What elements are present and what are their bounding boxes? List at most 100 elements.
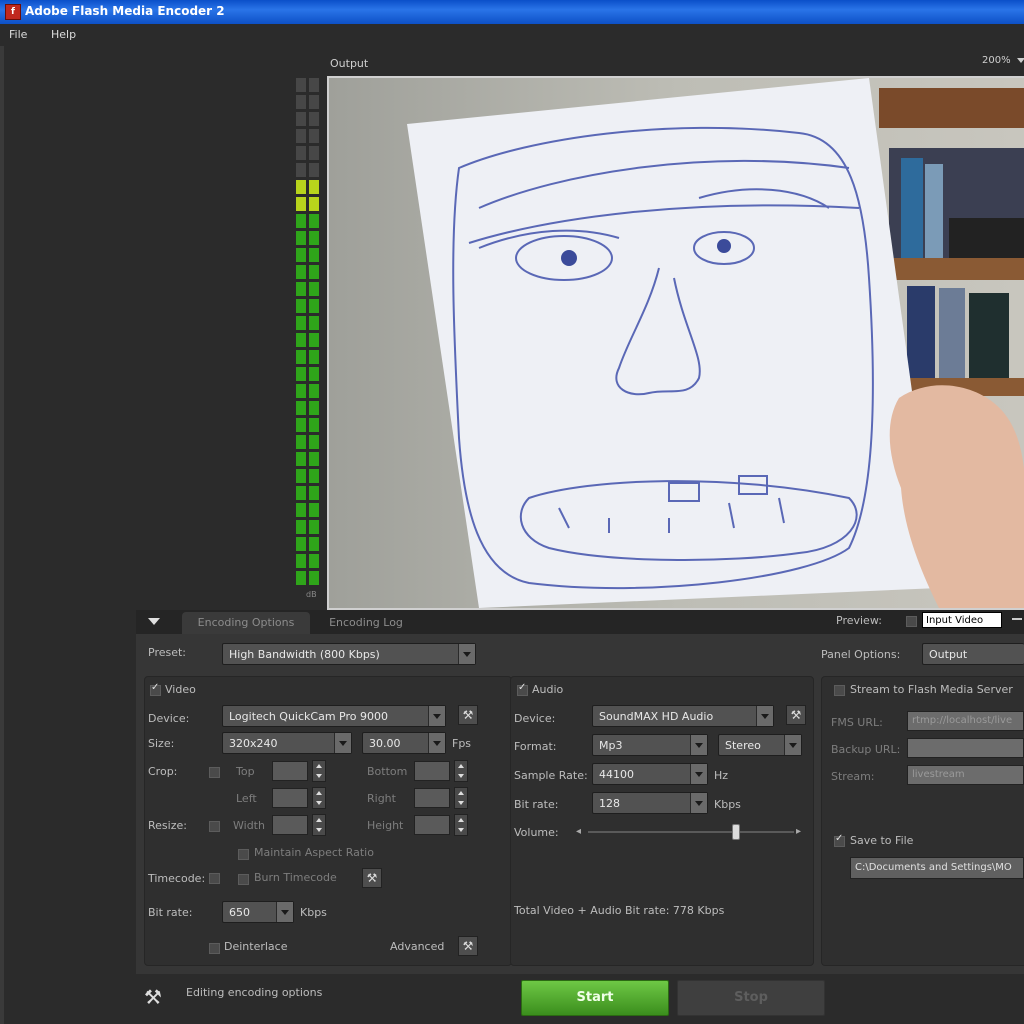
meter-segment: [309, 214, 319, 228]
resize-height-stepper[interactable]: [454, 814, 468, 836]
meter-segment: [296, 486, 306, 500]
video-size-dropdown[interactable]: 320x240: [222, 732, 352, 754]
video-bitrate-dropdown[interactable]: 650: [222, 901, 294, 923]
meter-segment: [309, 180, 319, 194]
video-device-dropdown[interactable]: Logitech QuickCam Pro 9000: [222, 705, 446, 727]
preview-menu-icon[interactable]: [1012, 618, 1022, 620]
meter-segment: [309, 299, 319, 313]
meter-segment: [309, 571, 319, 585]
preset-dropdown[interactable]: High Bandwidth (800 Kbps): [222, 643, 476, 665]
volume-slider-thumb[interactable]: [732, 824, 741, 840]
save-to-file-checkbox[interactable]: [834, 833, 845, 847]
meter-segment: [309, 452, 319, 466]
sample-rate-dropdown[interactable]: 44100: [592, 763, 708, 785]
audio-device-settings-icon[interactable]: ⚒: [786, 705, 806, 725]
hz-label: Hz: [714, 769, 729, 782]
preview-source-select[interactable]: Input Video: [922, 612, 1002, 628]
collapse-panel-icon[interactable]: [148, 618, 160, 625]
backup-url-input[interactable]: [907, 738, 1024, 758]
video-bitrate-value: 650: [229, 906, 250, 919]
meter-segment: [296, 299, 306, 313]
meter-segment: [309, 316, 319, 330]
meter-db-label: dB: [306, 590, 317, 599]
zoom-level[interactable]: 200%: [982, 55, 1011, 66]
save-to-file-label: Save to File: [850, 834, 914, 847]
tab-encoding-log[interactable]: Encoding Log: [318, 612, 414, 634]
advanced-settings-icon[interactable]: ⚒: [458, 936, 478, 956]
audio-bitrate-dropdown[interactable]: 128: [592, 792, 708, 814]
stop-button[interactable]: Stop: [677, 980, 825, 1016]
meter-segment: [296, 282, 306, 296]
fms-url-label: FMS URL:: [831, 716, 883, 729]
preview-label: Preview:: [836, 614, 882, 627]
stream-name-input[interactable]: livestream: [907, 765, 1024, 785]
chevron-down-icon: [690, 764, 707, 784]
audio-format-label: Format:: [514, 740, 557, 753]
meter-segment: [309, 469, 319, 483]
zoom-dropdown-icon[interactable]: [1017, 58, 1024, 63]
resize-height-input[interactable]: [414, 815, 450, 835]
audio-checkbox[interactable]: [517, 682, 528, 696]
crop-bottom-stepper[interactable]: [454, 760, 468, 782]
video-preview: [327, 76, 1024, 610]
burn-timecode-label: Burn Timecode: [254, 871, 337, 884]
resize-label: Resize:: [148, 819, 187, 832]
menu-file[interactable]: File: [9, 28, 27, 41]
meter-segment: [296, 265, 306, 279]
left-border: [0, 46, 4, 1024]
meter-segment: [296, 435, 306, 449]
crop-right-stepper[interactable]: [454, 787, 468, 809]
video-device-settings-icon[interactable]: ⚒: [458, 705, 478, 725]
crop-top-stepper[interactable]: [312, 760, 326, 782]
fms-url-input[interactable]: rtmp://localhost/live: [907, 711, 1024, 731]
audio-level-left: [296, 78, 306, 588]
meter-segment: [296, 180, 306, 194]
crop-right-input[interactable]: [414, 788, 450, 808]
volume-label: Volume:: [514, 826, 559, 839]
audio-bitrate-value: 128: [599, 797, 620, 810]
stream-to-fms-label: Stream to Flash Media Server: [850, 683, 1013, 696]
resize-checkbox[interactable]: [209, 821, 220, 832]
deinterlace-checkbox[interactable]: [209, 943, 220, 954]
menu-help[interactable]: Help: [51, 28, 76, 41]
advanced-label: Advanced: [390, 940, 445, 953]
preview-checkbox[interactable]: [906, 616, 917, 627]
meter-segment: [309, 231, 319, 245]
crop-left-input[interactable]: [272, 788, 308, 808]
meter-segment: [309, 503, 319, 517]
video-fps-dropdown[interactable]: 30.00: [362, 732, 446, 754]
volume-slider-track[interactable]: [588, 831, 794, 833]
video-checkbox[interactable]: [150, 682, 161, 696]
meter-segment: [296, 231, 306, 245]
video-bitrate-unit: Kbps: [300, 906, 327, 919]
video-fps-value: 30.00: [369, 737, 401, 750]
start-button[interactable]: Start: [521, 980, 669, 1016]
tab-encoding-options[interactable]: Encoding Options: [182, 612, 310, 634]
video-size-value: 320x240: [229, 737, 278, 750]
meter-segment: [296, 520, 306, 534]
webcam-frame-image: [329, 78, 1024, 608]
timecode-checkbox[interactable]: [209, 873, 220, 884]
sample-rate-label: Sample Rate:: [514, 769, 588, 782]
timecode-settings-icon[interactable]: ⚒: [362, 868, 382, 888]
meter-segment: [309, 333, 319, 347]
meter-segment: [309, 520, 319, 534]
crop-bottom-input[interactable]: [414, 761, 450, 781]
crop-checkbox[interactable]: [209, 767, 220, 778]
audio-channels-dropdown[interactable]: Stereo: [718, 734, 802, 756]
resize-width-stepper[interactable]: [312, 814, 326, 836]
meter-segment: [309, 95, 319, 109]
crop-top-input[interactable]: [272, 761, 308, 781]
stream-to-fms-checkbox[interactable]: [834, 685, 845, 696]
panel-options-dropdown[interactable]: Output: [922, 643, 1024, 665]
crop-left-stepper[interactable]: [312, 787, 326, 809]
burn-timecode-checkbox[interactable]: [238, 874, 249, 885]
chevron-down-icon: [690, 735, 707, 755]
audio-format-dropdown[interactable]: Mp3: [592, 734, 708, 756]
audio-device-dropdown[interactable]: SoundMAX HD Audio: [592, 705, 774, 727]
resize-width-input[interactable]: [272, 815, 308, 835]
save-file-path-input[interactable]: C:\Documents and Settings\MO: [850, 857, 1024, 879]
maintain-aspect-checkbox[interactable]: [238, 849, 249, 860]
wrench-icon: ⚒: [144, 985, 162, 1009]
meter-segment: [296, 418, 306, 432]
